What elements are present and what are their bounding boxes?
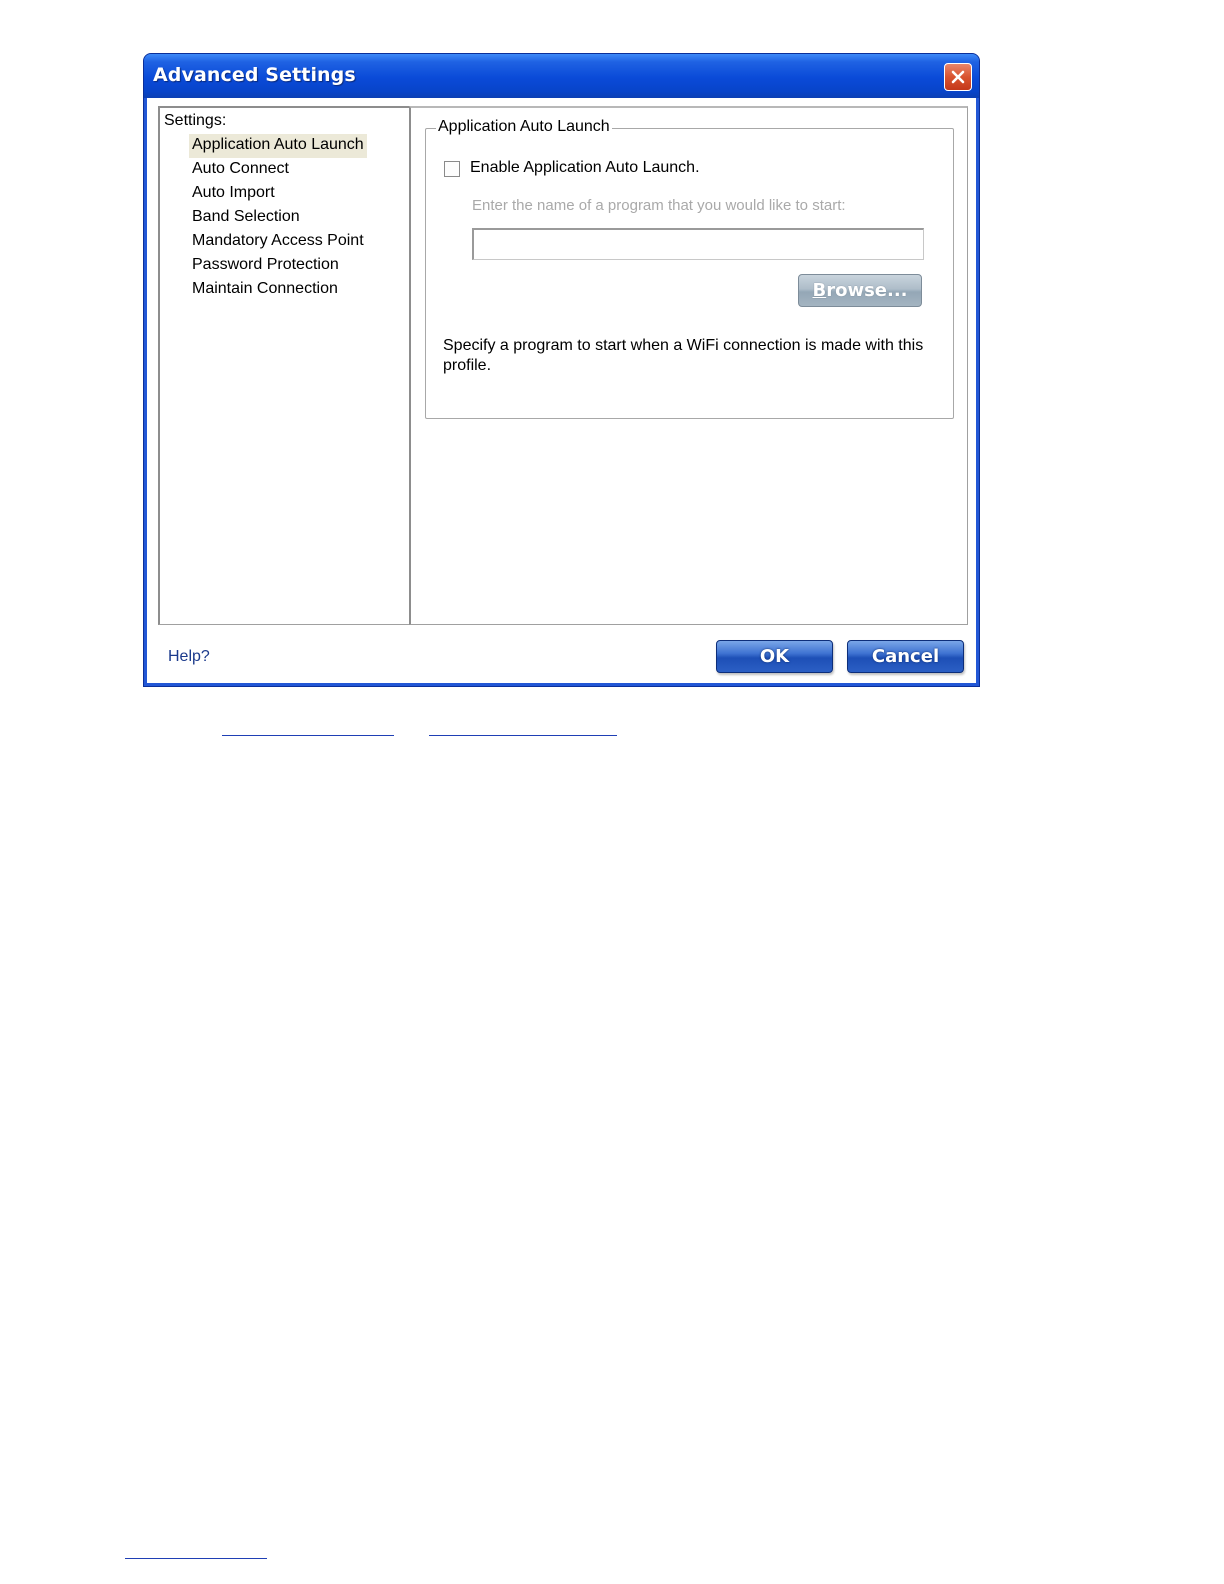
- browse-accelerator: B: [812, 280, 827, 301]
- tree-item-application-auto-launch[interactable]: Application Auto Launch: [189, 134, 367, 158]
- program-prompt-label: Enter the name of a program that you wou…: [472, 197, 846, 214]
- enable-auto-launch-label[interactable]: Enable Application Auto Launch.: [470, 159, 700, 177]
- window-title: Advanced Settings: [153, 64, 356, 86]
- settings-tree-list: Application Auto Launch Auto Connect Aut…: [189, 134, 367, 302]
- tree-item-band-selection[interactable]: Band Selection: [189, 206, 367, 230]
- ok-button[interactable]: OK: [716, 640, 833, 673]
- close-button[interactable]: [944, 63, 972, 91]
- tree-item-maintain-connection[interactable]: Maintain Connection: [189, 278, 367, 302]
- auto-launch-description: Specify a program to start when a WiFi c…: [443, 337, 924, 374]
- groupbox-title: Application Auto Launch: [436, 118, 612, 136]
- auto-launch-groupbox: Application Auto Launch Enable Applicati…: [425, 118, 954, 419]
- tree-item-auto-import[interactable]: Auto Import: [189, 182, 367, 206]
- tree-item-mandatory-access-point[interactable]: Mandatory Access Point: [189, 230, 367, 254]
- help-link[interactable]: Help?: [168, 648, 210, 666]
- page: Advanced Settings Settings: Application …: [0, 0, 1224, 1584]
- browse-label: rowse...: [826, 280, 908, 301]
- close-icon: [951, 70, 965, 84]
- settings-tree: Settings: Application Auto Launch Auto C…: [158, 106, 410, 625]
- enable-auto-launch-checkbox[interactable]: [444, 161, 460, 177]
- cancel-button[interactable]: Cancel: [847, 640, 964, 673]
- title-bar[interactable]: Advanced Settings: [144, 54, 979, 98]
- dialog-client-area: Settings: Application Auto Launch Auto C…: [147, 98, 976, 683]
- hyperlink-underline-3[interactable]: [125, 1558, 267, 1559]
- hyperlink-underline-1[interactable]: [222, 735, 394, 736]
- advanced-settings-dialog: Advanced Settings Settings: Application …: [143, 53, 980, 687]
- tree-item-auto-connect[interactable]: Auto Connect: [189, 158, 367, 182]
- settings-detail-panel: Application Auto Launch Enable Applicati…: [409, 106, 968, 625]
- settings-tree-heading: Settings:: [164, 112, 227, 129]
- program-name-input[interactable]: [472, 228, 924, 260]
- hyperlink-underline-2[interactable]: [429, 735, 617, 736]
- tree-item-password-protection[interactable]: Password Protection: [189, 254, 367, 278]
- browse-button[interactable]: Browse...: [798, 274, 922, 307]
